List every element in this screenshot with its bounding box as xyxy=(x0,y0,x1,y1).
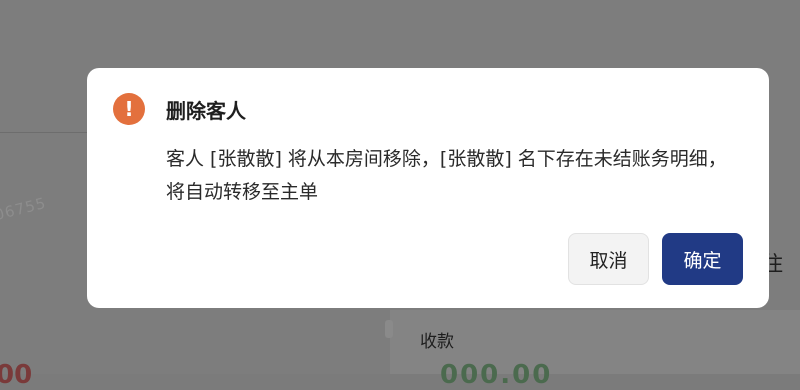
delete-guest-dialog: ! 删除客人 客人 [张散散] 将从本房间移除，[张散散] 名下存在未结账务明细… xyxy=(87,68,769,308)
background-partial-number: 06755 xyxy=(0,193,49,225)
background-right-amount: 000.00 xyxy=(440,360,553,390)
cancel-button[interactable]: 取消 xyxy=(568,233,649,285)
background-payment-label: 收款 xyxy=(420,332,454,352)
dialog-message: 客人 [张散散] 将从本房间移除，[张散散] 名下存在未结账务明细，将自动转移至… xyxy=(166,148,727,203)
background-left-amount: 00 xyxy=(0,360,33,390)
background-divider xyxy=(0,132,90,133)
dialog-title: 删除客人 xyxy=(166,99,246,123)
confirm-button[interactable]: 确定 xyxy=(662,233,743,285)
background-handle xyxy=(385,320,393,338)
exclamation-icon: ! xyxy=(113,93,145,125)
